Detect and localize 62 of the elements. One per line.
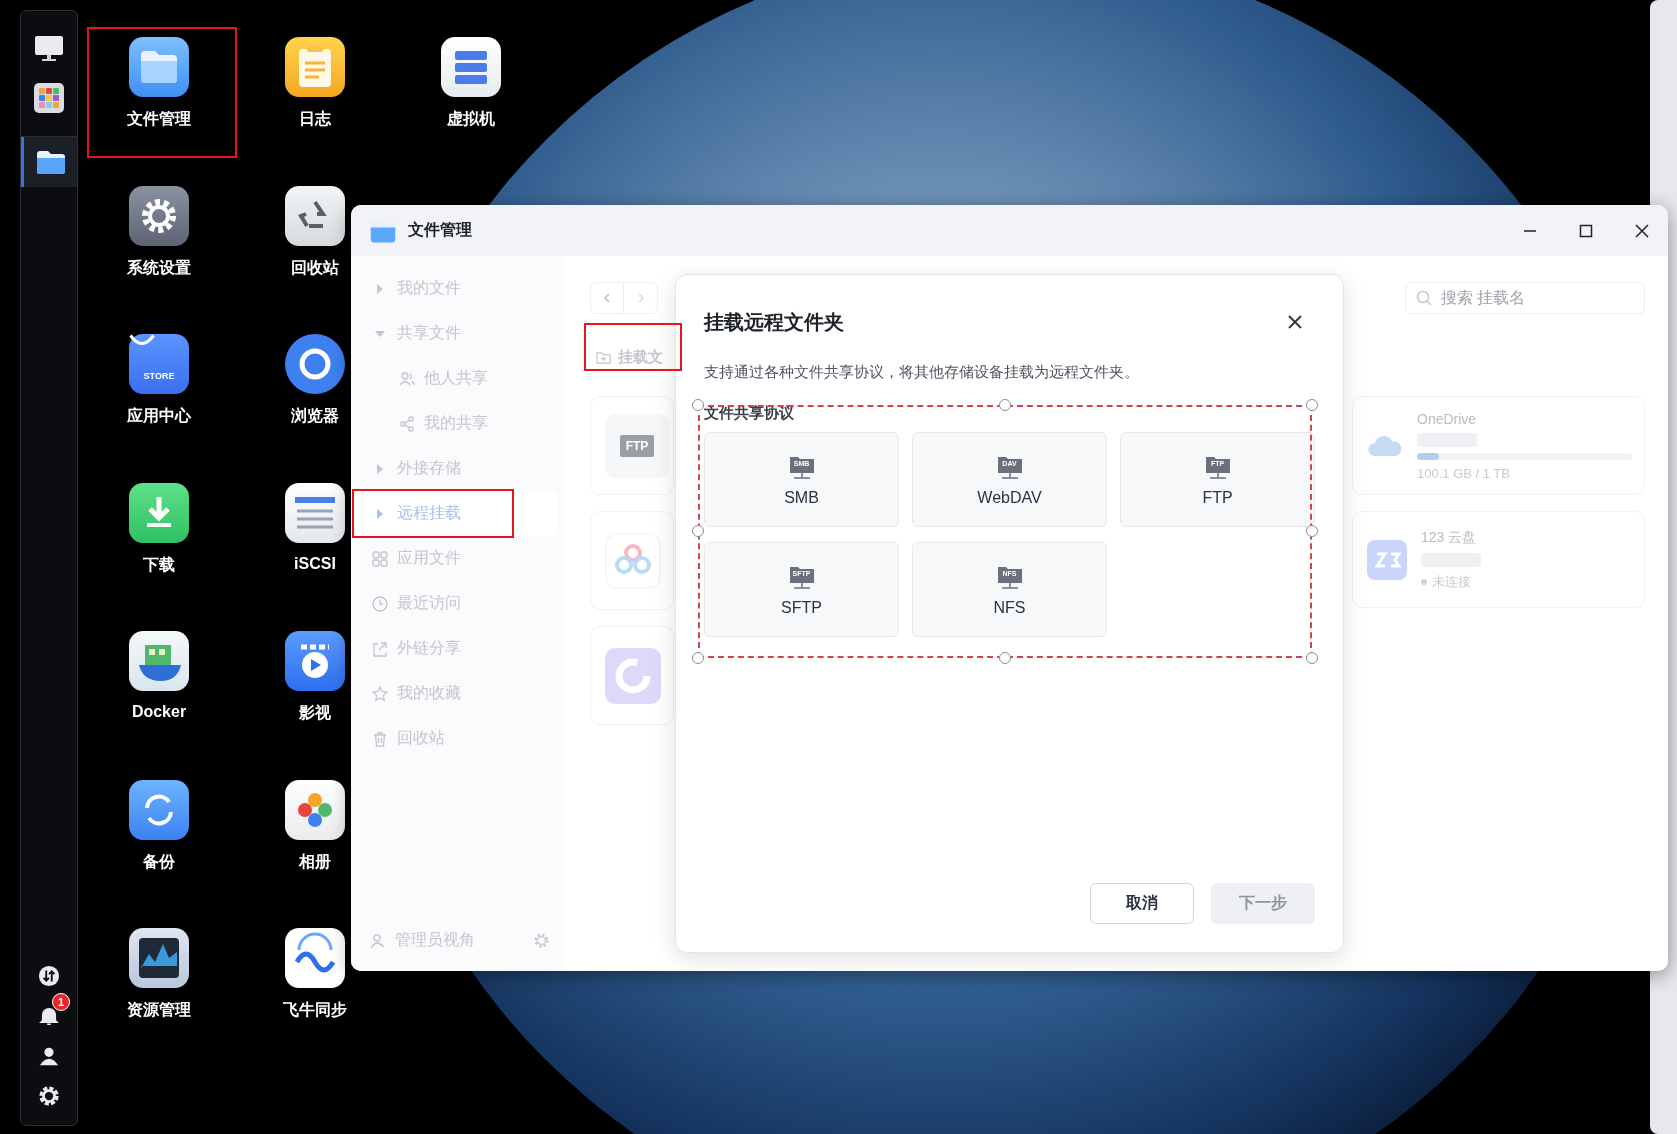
folder-plus-icon	[596, 349, 611, 365]
maximize-icon	[1579, 223, 1593, 238]
whale-icon	[129, 631, 189, 691]
store-label: STORE	[143, 371, 175, 381]
ring-logo-icon	[605, 647, 661, 704]
status-dot	[1421, 578, 1427, 585]
app-label[interactable]: 系统设置	[127, 257, 191, 279]
dialog-description: 支持通过各种文件共享协议，将其他存储设备挂载为远程文件夹。	[704, 363, 1140, 382]
clock-icon	[372, 595, 388, 612]
close-icon	[1288, 315, 1302, 329]
chevron-left-icon	[602, 293, 612, 303]
notification-badge: 1	[52, 993, 70, 1011]
admin-user-icon	[370, 932, 386, 949]
app-label[interactable]: Docker	[131, 703, 187, 721]
app-label[interactable]: 文件管理	[127, 109, 191, 130]
app-label[interactable]: 回收站	[291, 257, 339, 279]
app-label[interactable]: 浏览器	[291, 406, 339, 427]
folder-icon	[129, 37, 189, 97]
ftp-tag: FTP	[619, 434, 655, 457]
minimize-icon	[1523, 229, 1537, 232]
search-field[interactable]: 搜索 挂载名	[1405, 282, 1645, 314]
user-icon[interactable]	[38, 1045, 60, 1067]
app-label[interactable]: 影视	[299, 703, 331, 724]
app-label[interactable]: 应用中心	[127, 406, 191, 427]
app-label[interactable]: 虚拟机	[447, 109, 495, 130]
share-out-icon	[372, 640, 388, 657]
cloud-drive-logo-icon	[1367, 539, 1407, 580]
app-label[interactable]: 资源管理	[127, 1000, 191, 1021]
app-label[interactable]: 相册	[299, 851, 331, 873]
clipboard-icon	[285, 37, 345, 97]
browser-icon	[285, 334, 345, 394]
app-label[interactable]: 下载	[143, 554, 175, 576]
star-icon	[372, 685, 388, 702]
app-grid-icon[interactable]	[33, 82, 65, 114]
app-label[interactable]: iSCSI	[294, 554, 336, 573]
app-label[interactable]: 飞牛同步	[283, 1000, 347, 1021]
wave-icon	[285, 928, 345, 988]
bell-icon[interactable]	[38, 1005, 60, 1027]
grid-icon	[372, 550, 388, 567]
gear-icon	[129, 185, 189, 246]
folder-app-button[interactable]	[21, 137, 77, 187]
server-icon	[441, 37, 501, 97]
cancel-button[interactable]: 取消	[1090, 883, 1194, 924]
users-icon	[399, 370, 415, 387]
close-icon	[1635, 223, 1649, 238]
trash-icon	[372, 730, 388, 747]
share-icon	[399, 415, 415, 432]
bag-handle-icon	[129, 334, 155, 345]
server-panel-icon	[285, 482, 345, 543]
window-title: 文件管理	[408, 220, 472, 240]
dialog-title: 挂载远程文件夹	[704, 309, 844, 335]
cloud-rings-icon	[605, 532, 661, 589]
download-icon	[129, 482, 189, 543]
chart-icon	[129, 928, 189, 988]
video-play-icon	[285, 631, 345, 691]
app-label[interactable]: 日志	[299, 109, 331, 130]
app-label[interactable]: 备份	[143, 851, 175, 873]
mount-name: 123 云盘	[1421, 528, 1478, 547]
sync-arrows-icon	[129, 779, 189, 840]
transfer-icon[interactable]	[38, 965, 60, 987]
flower-icon	[285, 779, 345, 840]
mount-name: OneDrive	[1417, 410, 1478, 427]
